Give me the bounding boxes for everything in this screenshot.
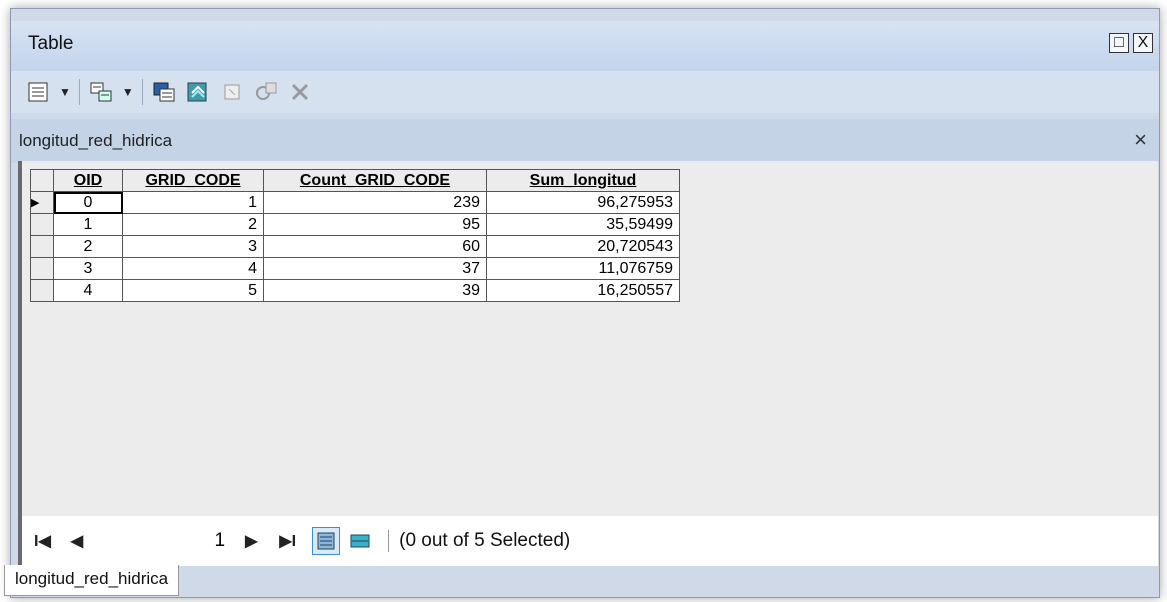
select-by-attributes-icon[interactable] [151,79,177,105]
current-row-icon: ▶ [31,197,40,209]
close-icon[interactable]: × [1134,127,1147,153]
attribute-table: OID GRID_CODE Count_GRID_CODE Sum_longit… [30,169,680,302]
record-navigation-bar: I◀ ◀ 1 ▶ ▶I (0 out of 5 Selected) [18,516,1158,566]
next-record-icon[interactable]: ▶ [245,531,257,551]
row-selector[interactable] [30,279,54,302]
cell-count-grid-code[interactable]: 239 [263,191,487,214]
cell-sum-longitud[interactable]: 35,59499 [486,213,680,236]
row-selector[interactable] [30,257,54,280]
row-selector[interactable] [30,235,54,258]
zoom-to-selected-icon[interactable] [253,79,279,105]
attribute-grid-area: OID GRID_CODE Count_GRID_CODE Sum_longit… [18,161,1158,516]
close-button[interactable]: X [1133,33,1153,53]
table-tab-header: longitud_red_hidrica × [11,119,1159,163]
toolbar-separator [78,79,80,105]
column-header-grid-code[interactable]: GRID_CODE [122,169,264,192]
table-window: Table □ X ▼ ▼ longitud_red_hidrica × OID… [10,8,1160,598]
cell-oid[interactable]: 1 [53,213,123,236]
cell-oid[interactable]: 4 [53,279,123,302]
table-row[interactable]: 2 3 60 20,720543 [30,235,680,258]
window-title: Table [28,33,74,54]
row-selector[interactable]: ▶ [30,191,54,214]
cell-count-grid-code[interactable]: 37 [263,257,487,280]
column-header-sum-longitud[interactable]: Sum_longitud [486,169,680,192]
current-record-field[interactable]: 1 [95,523,234,559]
delete-selected-icon[interactable] [287,79,313,105]
last-record-icon[interactable]: ▶I [279,531,296,551]
table-row[interactable]: 4 5 39 16,250557 [30,279,680,302]
chevron-down-icon[interactable]: ▼ [122,85,134,99]
cell-sum-longitud[interactable]: 11,076759 [486,257,680,280]
cell-sum-longitud[interactable]: 96,275953 [486,191,680,214]
previous-record-icon[interactable]: ◀ [71,531,83,551]
row-selector-header[interactable] [30,169,54,192]
cell-grid-code[interactable]: 1 [122,191,264,214]
toolbar-separator [141,79,143,105]
table-toolbar: ▼ ▼ [11,71,1159,113]
clear-selection-icon[interactable] [219,79,245,105]
chevron-down-icon[interactable]: ▼ [59,85,71,99]
column-header-oid[interactable]: OID [53,169,123,192]
table-row[interactable]: 3 4 37 11,076759 [30,257,680,280]
table-row[interactable]: ▶ 0 1 239 96,275953 [30,191,680,214]
selection-count-text: (0 out of 5 Selected) [388,530,570,552]
cell-grid-code[interactable]: 3 [122,235,264,258]
cell-sum-longitud[interactable]: 20,720543 [486,235,680,258]
cell-count-grid-code[interactable]: 95 [263,213,487,236]
cell-sum-longitud[interactable]: 16,250557 [486,279,680,302]
cell-grid-code[interactable]: 2 [122,213,264,236]
column-header-count-grid-code[interactable]: Count_GRID_CODE [263,169,487,192]
switch-selection-icon[interactable] [185,79,211,105]
cell-count-grid-code[interactable]: 60 [263,235,487,258]
show-selected-records-icon[interactable] [346,527,374,555]
row-selector[interactable] [30,213,54,236]
cell-oid[interactable]: 2 [53,235,123,258]
table-options-icon[interactable] [25,79,51,105]
show-all-records-icon[interactable] [312,527,341,555]
table-row[interactable]: 1 2 95 35,59499 [30,213,680,236]
cell-oid[interactable]: 3 [53,257,123,280]
cell-grid-code[interactable]: 5 [122,279,264,302]
first-record-icon[interactable]: I◀ [34,531,51,551]
table-bottom-tab[interactable]: longitud_red_hidrica [4,565,180,596]
title-bar[interactable]: Table □ X [11,21,1159,71]
cell-oid[interactable]: 0 [53,191,123,214]
related-tables-icon[interactable] [88,79,114,105]
cell-grid-code[interactable]: 4 [122,257,264,280]
cell-count-grid-code[interactable]: 39 [263,279,487,302]
table-tab-title: longitud_red_hidrica [19,131,173,150]
restore-button[interactable]: □ [1109,33,1129,53]
